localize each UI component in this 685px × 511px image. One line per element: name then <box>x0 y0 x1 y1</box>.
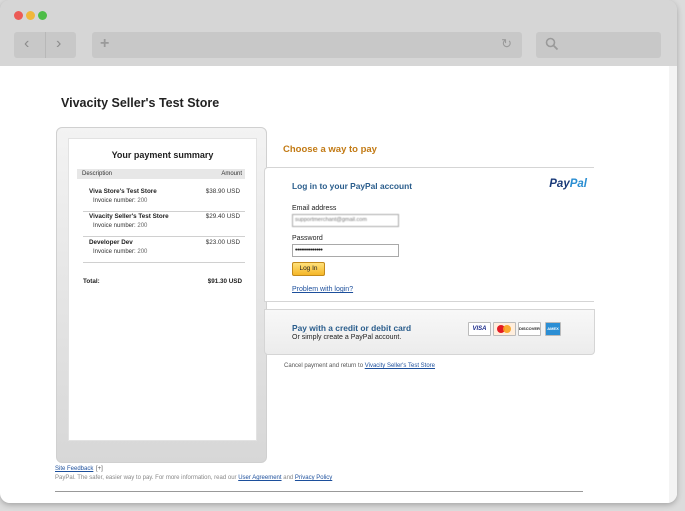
item-amount: $29.40 USD <box>205 213 240 220</box>
divider <box>45 32 46 58</box>
column-description: Description <box>82 171 113 177</box>
item-amount: $23.00 USD <box>205 239 240 246</box>
logo-pal: Pal <box>569 178 587 190</box>
choose-payment-title: Choose a way to pay <box>283 144 377 155</box>
password-field[interactable]: •••••••••••••• <box>292 244 399 257</box>
email-field[interactable]: supportmerchant@gmail.com <box>292 214 399 227</box>
card-heading[interactable]: Pay with a credit or debit card <box>292 323 411 333</box>
problem-login-link[interactable]: Problem with login? <box>292 286 353 293</box>
payment-summary-panel: Your payment summary Description Amount … <box>56 127 267 463</box>
invoice-number: 200 <box>137 249 148 255</box>
back-arrow-icon[interactable]: ‹ <box>24 35 29 53</box>
visa-icon: VISA <box>468 322 491 336</box>
search-bar[interactable] <box>536 32 661 58</box>
privacy-policy-link[interactable]: Privacy Policy <box>295 475 332 481</box>
pay-with-card-box[interactable]: Pay with a credit or debit card Or simpl… <box>264 309 595 355</box>
summary-item: Viva Store's Test Store Invoice number: … <box>83 185 245 209</box>
total-label: Total: <box>83 278 100 285</box>
paypal-login-box: Log in to your PayPal account PayPal Ema… <box>264 167 594 302</box>
plus-icon[interactable]: + <box>100 35 109 53</box>
and-text: and <box>283 475 294 481</box>
invoice-line: Invoice number: 200 <box>93 198 147 204</box>
summary-item: Vivacity Seller's Test Store Invoice num… <box>83 210 245 234</box>
footer-tagline: PayPal. The safer, easier way to pay. Fo… <box>55 475 332 481</box>
invoice-line: Invoice number: 200 <box>93 223 147 229</box>
amex-icon: AMEX <box>545 322 561 336</box>
invoice-label: Invoice number: <box>93 223 136 229</box>
paypal-logo: PayPal <box>549 178 587 190</box>
browser-window: ‹ › + ↻ Vivacity Seller's Test Store You… <box>0 0 677 503</box>
login-heading: Log in to your PayPal account <box>292 181 413 191</box>
maximize-window-button[interactable] <box>38 11 47 20</box>
address-bar[interactable]: + ↻ <box>92 32 522 58</box>
browser-toolbar: ‹ › + ↻ <box>0 0 677 66</box>
invoice-line: Invoice number: 200 <box>93 249 147 255</box>
item-name: Vivacity Seller's Test Store <box>89 213 169 220</box>
page-content: Vivacity Seller's Test Store Your paymen… <box>0 66 677 503</box>
mastercard-icon <box>493 322 516 336</box>
site-feedback-expand[interactable]: [+] <box>96 466 103 472</box>
cancel-text: Cancel payment and return to <box>284 363 364 369</box>
store-title: Vivacity Seller's Test Store <box>61 96 220 110</box>
item-name: Viva Store's Test Store <box>89 188 157 195</box>
card-subtext: Or simply create a PayPal account. <box>292 334 402 341</box>
tagline-text: PayPal. The safer, easier way to pay. Fo… <box>55 475 237 481</box>
close-window-button[interactable] <box>14 11 23 20</box>
navigation-buttons: ‹ › <box>14 32 76 58</box>
user-agreement-link[interactable]: User Agreement <box>238 475 281 481</box>
forward-arrow-icon[interactable]: › <box>56 35 61 53</box>
minimize-window-button[interactable] <box>26 11 35 20</box>
divider <box>83 262 245 263</box>
scrollbar[interactable] <box>669 66 677 503</box>
payment-summary-card: Your payment summary Description Amount … <box>68 138 257 441</box>
cancel-payment-line: Cancel payment and return to Vivacity Se… <box>284 363 435 369</box>
column-amount: Amount <box>221 171 242 177</box>
invoice-number: 200 <box>137 223 148 229</box>
summary-header-row: Description Amount <box>77 169 245 179</box>
summary-item: Developer Dev Invoice number: 200 $23.00… <box>83 236 245 260</box>
item-name: Developer Dev <box>89 239 133 246</box>
discover-icon: DISCOVER <box>518 322 541 336</box>
email-label: Email address <box>292 205 337 212</box>
login-button[interactable]: Log In <box>292 262 325 276</box>
password-label: Password <box>292 235 323 242</box>
site-feedback-link[interactable]: Site Feedback <box>55 466 93 472</box>
summary-title: Your payment summary <box>111 150 214 160</box>
invoice-label: Invoice number: <box>93 249 136 255</box>
footer-divider <box>55 491 583 492</box>
search-icon <box>545 37 559 51</box>
reload-icon[interactable]: ↻ <box>501 36 512 52</box>
logo-pay: Pay <box>549 178 570 190</box>
return-to-store-link[interactable]: Vivacity Seller's Test Store <box>365 363 435 369</box>
invoice-number: 200 <box>137 198 148 204</box>
invoice-label: Invoice number: <box>93 198 136 204</box>
item-amount: $38.90 USD <box>205 188 240 195</box>
total-amount: $91.30 USD <box>207 278 242 285</box>
